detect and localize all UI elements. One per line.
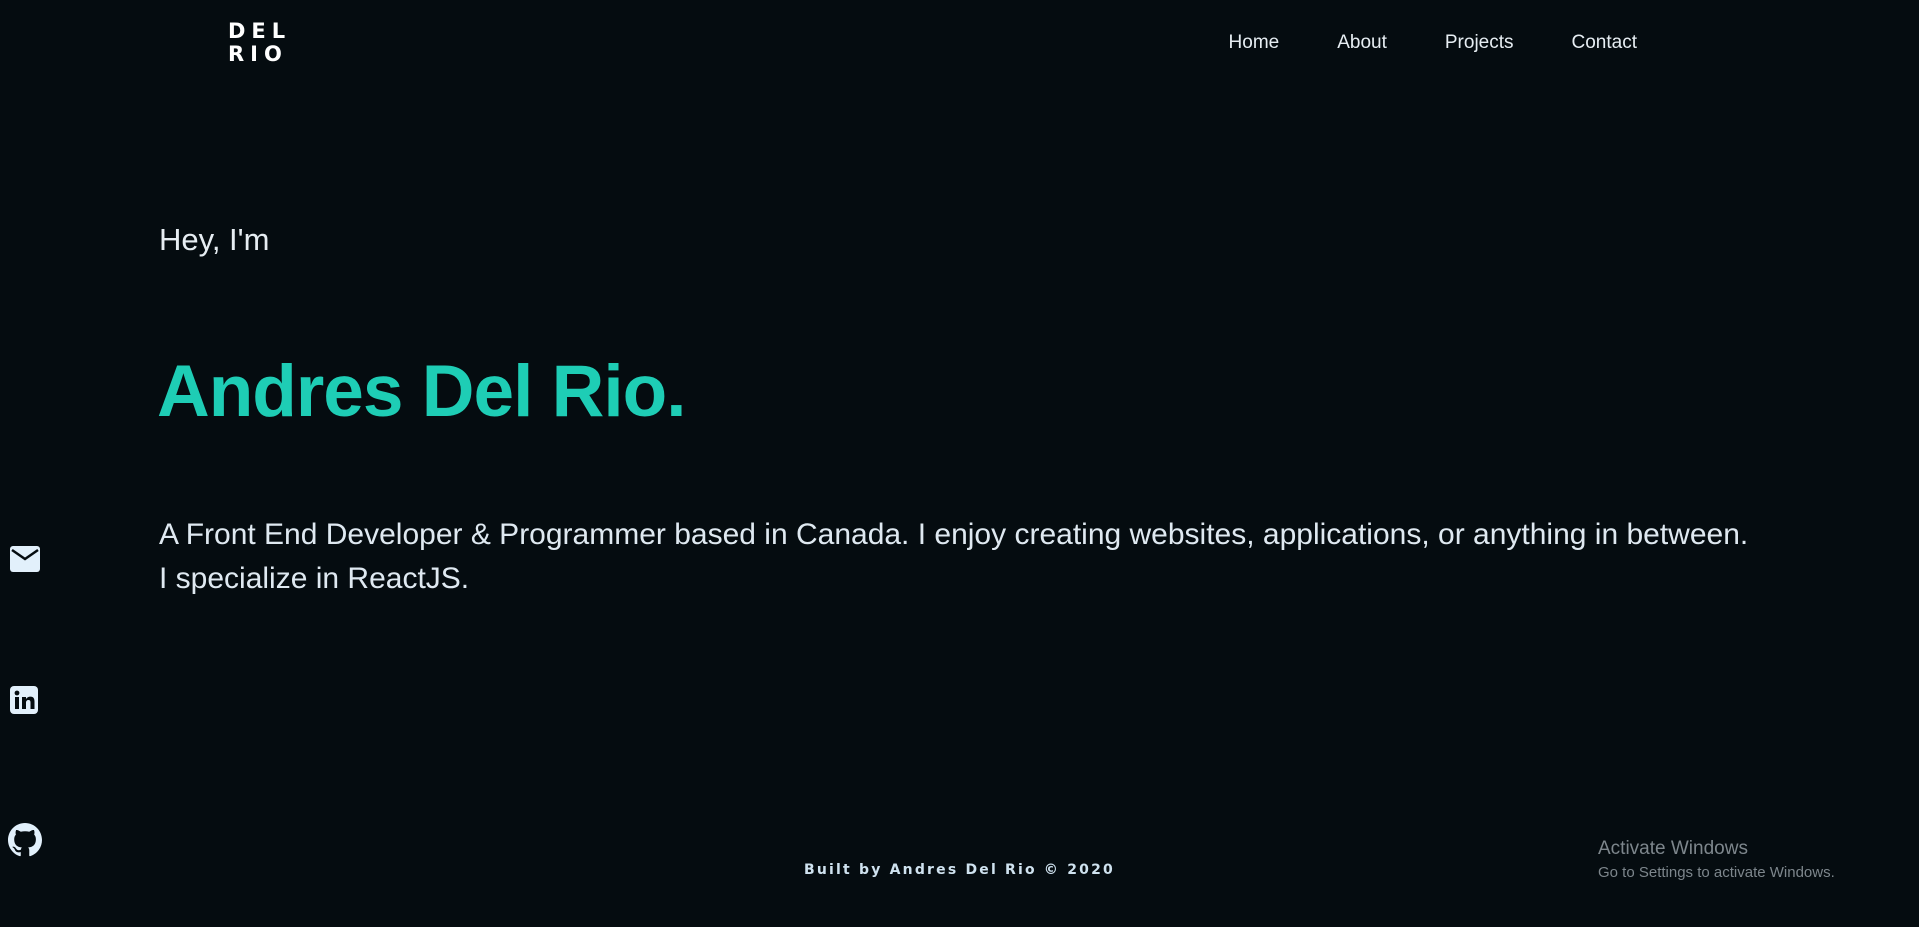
watermark-title: Activate Windows [1598,838,1748,859]
github-icon[interactable] [8,823,42,857]
nav-contact-link[interactable]: Contact [1572,32,1637,54]
nav-projects-link[interactable]: Projects [1445,32,1514,54]
windows-activation-watermark: Activate Windows Go to Settings to activ… [1598,838,1835,881]
nav-home-link[interactable]: Home [1229,32,1280,54]
hero-bio: A Front End Developer & Programmer based… [159,518,1749,595]
hero-greeting: Hey, I'm [159,222,270,257]
nav-about-link[interactable]: About [1337,32,1387,54]
linkedin-icon[interactable] [10,686,38,714]
logo-line-2: RIO [228,42,288,66]
mail-icon[interactable] [10,546,40,572]
hero-name: Andres Del Rio. [157,351,687,432]
watermark-subtitle: Go to Settings to activate Windows. [1598,864,1835,881]
logo-line-1: DEL [228,19,292,43]
site-logo[interactable]: DEL RIO [228,20,291,66]
main-nav: Home About Projects Contact [1229,32,1637,54]
portfolio-page: DEL RIO Home About Projects Contact Hey,… [0,0,1919,927]
